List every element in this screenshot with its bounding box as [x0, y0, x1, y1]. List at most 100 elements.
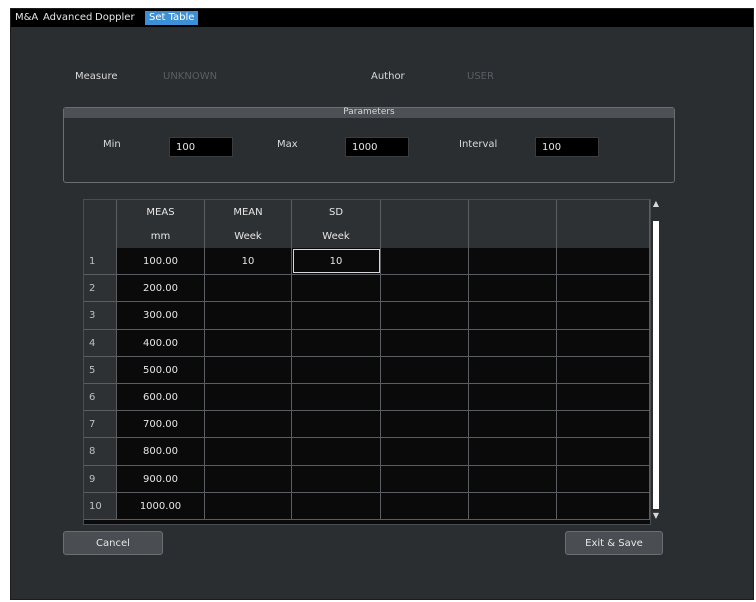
table-cell[interactable]: 700.00 [117, 411, 205, 438]
table-cell[interactable] [381, 275, 469, 302]
table-cell[interactable]: 900.00 [117, 465, 205, 492]
table-row: 10 1000.00 [84, 492, 650, 520]
table-cell[interactable] [292, 465, 381, 492]
measure-label: Measure [75, 71, 118, 82]
table-cell[interactable] [292, 275, 381, 302]
scroll-up-arrow-icon[interactable]: ▲ [651, 199, 661, 209]
parameters-legend: Parameters [343, 107, 395, 117]
table-cell[interactable]: 10 [205, 248, 292, 275]
table-cell[interactable] [381, 356, 469, 383]
table-cell[interactable]: 1000.00 [117, 492, 205, 519]
breadcrumb-set-table[interactable]: Set Table [145, 11, 199, 25]
measure-value: UNKNOWN [163, 71, 218, 82]
table-cell[interactable] [557, 329, 650, 356]
row-number: 7 [84, 411, 117, 438]
table-cell[interactable] [292, 411, 381, 438]
table-cell[interactable] [469, 275, 557, 302]
table-cell[interactable] [469, 465, 557, 492]
column-header[interactable] [381, 200, 469, 226]
table-cell[interactable] [205, 492, 292, 519]
table-cell[interactable] [557, 384, 650, 411]
max-input[interactable]: 1000 [345, 137, 409, 157]
table-cell[interactable]: 300.00 [117, 302, 205, 329]
table-cell[interactable] [469, 329, 557, 356]
table-cell[interactable] [557, 356, 650, 383]
table-cell[interactable] [205, 465, 292, 492]
table-cell[interactable] [292, 356, 381, 383]
table-cell[interactable] [381, 248, 469, 275]
table-cell[interactable] [381, 411, 469, 438]
table-row: 9 900.00 [84, 465, 650, 493]
table-cell[interactable] [381, 302, 469, 329]
scroll-down-arrow-icon[interactable]: ▼ [651, 511, 661, 521]
table-cell[interactable] [557, 411, 650, 438]
table-cell[interactable] [557, 248, 650, 275]
table-cell[interactable] [381, 438, 469, 465]
row-number: 5 [84, 356, 117, 383]
breadcrumb-doppler[interactable]: Doppler [95, 11, 135, 25]
row-number: 9 [84, 465, 117, 492]
column-unit [557, 226, 650, 248]
table-cell[interactable] [205, 438, 292, 465]
table-row: 8 800.00 [84, 438, 650, 466]
min-input[interactable]: 100 [169, 137, 233, 157]
table-cell[interactable]: 800.00 [117, 438, 205, 465]
table-cell[interactable] [469, 411, 557, 438]
column-header[interactable] [557, 200, 650, 226]
table-cell[interactable] [205, 384, 292, 411]
table-cell[interactable] [469, 248, 557, 275]
interval-input[interactable]: 100 [535, 137, 599, 157]
table-cell[interactable] [557, 275, 650, 302]
table-cell[interactable] [205, 329, 292, 356]
table-cell[interactable]: 100.00 [117, 248, 205, 275]
table-cell[interactable] [469, 302, 557, 329]
row-number: 2 [84, 275, 117, 302]
row-number: 3 [84, 302, 117, 329]
table-cell[interactable] [557, 302, 650, 329]
corner-cell [84, 226, 117, 248]
table-cell[interactable]: 400.00 [117, 329, 205, 356]
table-cell[interactable] [469, 492, 557, 519]
column-header[interactable]: MEAS [117, 200, 205, 226]
table-cell[interactable] [381, 384, 469, 411]
table-row: 6 600.00 [84, 384, 650, 412]
exit-save-button[interactable]: Exit & Save [565, 531, 663, 555]
column-header[interactable]: SD [292, 200, 381, 226]
table-row: 7 700.00 [84, 411, 650, 439]
table-cell[interactable] [381, 465, 469, 492]
column-unit: mm [117, 226, 205, 248]
column-header[interactable]: MEAN [205, 200, 292, 226]
breadcrumb-m-and-a[interactable]: M&A [15, 11, 38, 25]
table-cell[interactable] [205, 356, 292, 383]
cancel-button[interactable]: Cancel [63, 531, 163, 555]
column-unit: Week [205, 226, 292, 248]
breadcrumb-advanced[interactable]: Advanced [43, 11, 92, 25]
table-cell[interactable]: 200.00 [117, 275, 205, 302]
table-cell[interactable]: 600.00 [117, 384, 205, 411]
table-cell[interactable] [292, 438, 381, 465]
table-cell[interactable] [381, 492, 469, 519]
table-cell[interactable] [292, 329, 381, 356]
author-value: USER [467, 71, 494, 82]
table-cell[interactable]: 10 [292, 248, 381, 275]
table-cell[interactable] [557, 492, 650, 519]
table-scrollbar[interactable]: ▲ ▼ [651, 199, 661, 523]
table-cell[interactable] [469, 438, 557, 465]
scroll-track[interactable] [653, 221, 659, 509]
column-unit-row: mm Week Week [84, 226, 650, 248]
table-cell[interactable] [205, 275, 292, 302]
table-cell[interactable] [381, 329, 469, 356]
column-header[interactable] [469, 200, 557, 226]
table-cell[interactable] [292, 492, 381, 519]
table-row: 2 200.00 [84, 275, 650, 303]
column-unit: Week [292, 226, 381, 248]
table-cell[interactable] [292, 384, 381, 411]
table-cell[interactable] [292, 302, 381, 329]
table-cell[interactable] [557, 465, 650, 492]
table-cell[interactable]: 500.00 [117, 356, 205, 383]
table-cell[interactable] [469, 356, 557, 383]
table-cell[interactable] [557, 438, 650, 465]
table-cell[interactable] [205, 411, 292, 438]
table-cell[interactable] [469, 384, 557, 411]
table-cell[interactable] [205, 302, 292, 329]
